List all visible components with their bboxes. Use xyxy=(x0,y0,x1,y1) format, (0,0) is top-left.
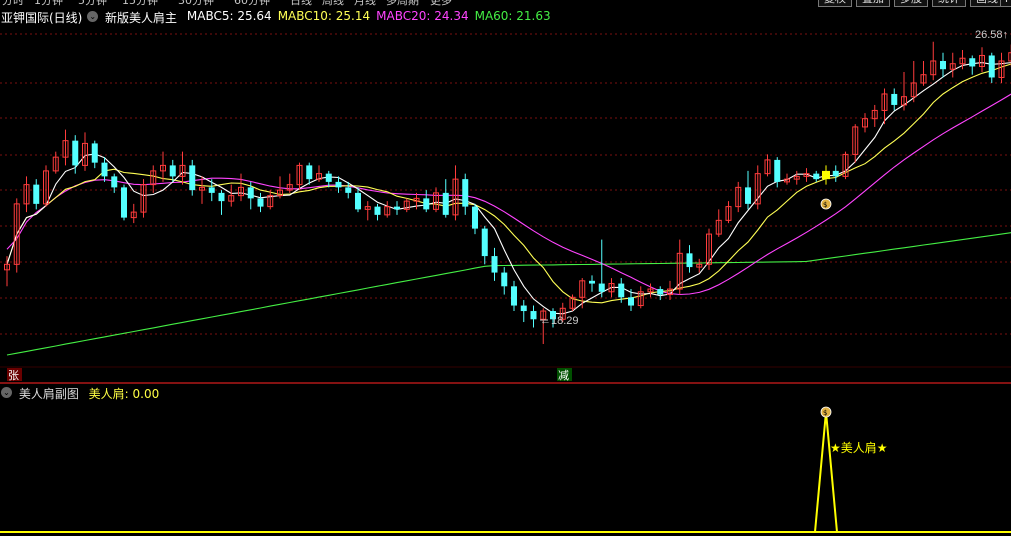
candle-down xyxy=(462,179,469,207)
ma60-line xyxy=(6,232,1011,356)
candle-down xyxy=(657,289,664,295)
mid-marker: 减 xyxy=(558,369,569,382)
candle-down xyxy=(969,58,976,67)
candle-down xyxy=(530,311,537,320)
candle-down xyxy=(423,198,430,210)
candle-down xyxy=(988,55,995,78)
candle-down xyxy=(111,176,118,188)
candle-down xyxy=(589,280,595,284)
candle-down xyxy=(832,170,839,177)
signal-candle xyxy=(822,170,830,180)
candle-down xyxy=(491,256,498,273)
candle-down xyxy=(247,187,254,199)
candle-down xyxy=(774,159,781,182)
candle-down xyxy=(511,286,517,306)
price-low-label: ←18.29 xyxy=(540,315,579,327)
candle-down xyxy=(891,93,898,105)
candle-down xyxy=(394,206,400,210)
candle-down xyxy=(257,198,264,207)
candle-down xyxy=(345,187,352,193)
money-bag-icon: $ xyxy=(823,409,827,417)
candle-down xyxy=(169,165,176,177)
candle-down xyxy=(745,187,751,204)
candle-down xyxy=(355,192,361,210)
candle-down xyxy=(618,283,625,298)
candle-down xyxy=(91,143,98,163)
candle-down xyxy=(325,173,332,182)
left-marker: 张 xyxy=(8,369,19,382)
candle-down xyxy=(33,184,40,204)
ma5-line xyxy=(6,62,1011,315)
candle-down xyxy=(472,206,478,229)
stock-chart[interactable]: 26.58↑ ←18.29 $ 张 减 $ ★美人肩★ xyxy=(0,0,1011,536)
candle-down xyxy=(72,140,79,166)
candle-down xyxy=(520,305,527,312)
signal-spike xyxy=(814,411,838,533)
candle-down xyxy=(940,60,946,70)
price-high-label: 26.58↑ xyxy=(975,29,1008,41)
signal-label: ★美人肩★ xyxy=(830,440,888,455)
candle-down xyxy=(686,253,693,268)
money-bag-icon: $ xyxy=(823,201,827,209)
candle-down xyxy=(218,192,225,202)
candle-down xyxy=(481,228,488,257)
candle-down xyxy=(598,283,605,292)
candle-down xyxy=(628,297,634,306)
candle-down xyxy=(501,272,508,287)
candle-down xyxy=(306,165,313,180)
candle-down xyxy=(813,173,820,180)
candle-down xyxy=(374,206,381,215)
candle-down xyxy=(121,187,127,218)
candle-down xyxy=(101,162,108,177)
candle-down xyxy=(208,187,215,193)
candle-down xyxy=(442,192,449,215)
candle-down xyxy=(335,181,342,188)
candle-down xyxy=(189,165,196,191)
ma10-line xyxy=(6,63,1011,304)
